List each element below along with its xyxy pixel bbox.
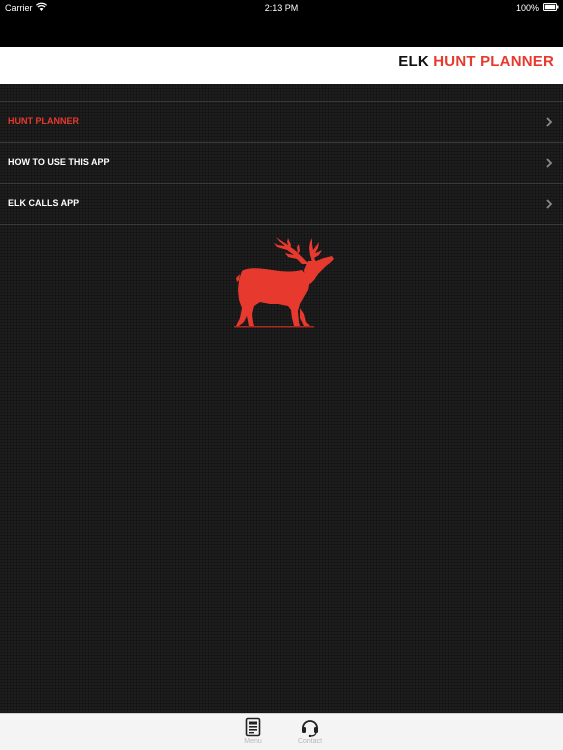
clock: 2:13 PM	[264, 3, 299, 13]
chevron-right-icon	[546, 199, 553, 209]
menu-item-hunt-planner[interactable]: HUNT PLANNER	[0, 102, 563, 143]
headset-icon	[302, 720, 318, 737]
app-title-part2: HUNT PLANNER	[433, 53, 554, 70]
chevron-right-icon	[546, 158, 553, 168]
tab-menu[interactable]: Menu	[230, 717, 276, 750]
main-menu: HUNT PLANNER HOW TO USE THIS APP ELK CAL…	[0, 101, 563, 225]
menu-item-label: ELK CALLS APP	[8, 198, 80, 208]
menu-card-icon	[245, 717, 261, 737]
chevron-right-icon	[546, 117, 553, 127]
menu-item-elk-calls-app[interactable]: ELK CALLS APP	[0, 184, 563, 225]
tab-label: Menu	[244, 738, 262, 745]
menu-item-label: HUNT PLANNER	[8, 116, 79, 126]
top-spacer	[0, 17, 563, 47]
menu-item-how-to-use[interactable]: HOW TO USE THIS APP	[0, 143, 563, 184]
app-title-part1: ELK	[398, 53, 429, 70]
header-bar: ELK HUNT PLANNER	[0, 47, 563, 84]
content-area: HUNT PLANNER HOW TO USE THIS APP ELK CAL…	[0, 84, 563, 713]
status-bar: Carrier 2:13 PM 100%	[0, 0, 563, 17]
app-title: ELK HUNT PLANNER	[398, 53, 554, 70]
app-screen: Carrier 2:13 PM 100% ELK HUNT PLANNER HU…	[0, 0, 563, 750]
tab-label: Contact	[297, 738, 323, 745]
menu-item-label: HOW TO USE THIS APP	[8, 157, 110, 167]
tab-bar: Menu Contact	[0, 713, 563, 750]
tab-contact[interactable]: Contact	[287, 717, 333, 750]
battery-icon	[543, 3, 559, 11]
battery-percent: 100%	[515, 3, 539, 13]
elk-silhouette-icon	[234, 237, 334, 328]
